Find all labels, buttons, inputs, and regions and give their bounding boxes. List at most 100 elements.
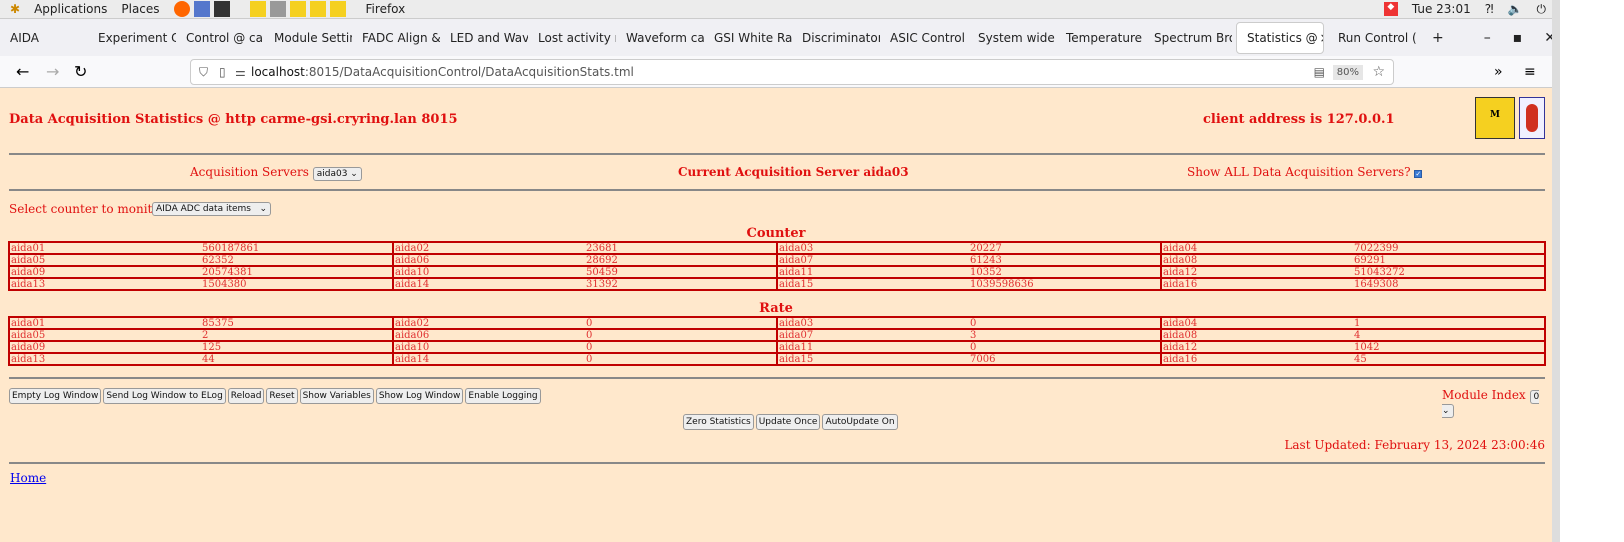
tab[interactable]: Discriminator	[792, 22, 880, 54]
midas-icon[interactable]	[289, 1, 306, 17]
channel-name: aida05	[8, 328, 201, 342]
tab[interactable]: Waveform ca	[616, 22, 704, 54]
channel-name: aida14	[392, 352, 585, 366]
printer-icon[interactable]	[269, 1, 286, 17]
counter-select[interactable]: AIDA ADC data items ⌄	[152, 202, 271, 216]
notification-icon[interactable]: ◆	[1383, 2, 1398, 16]
table-row: aida13 44 aida14 0 aida15 7006 aida16 45	[8, 352, 1546, 366]
tab[interactable]: Module Settin	[264, 22, 352, 54]
send-log-to-elog-button[interactable]: Send Log Window to ELog	[103, 388, 226, 404]
statistics-button-row: Zero Statistics Update Once AutoUpdate O…	[683, 414, 898, 430]
counter-value: 69291	[1353, 253, 1546, 267]
tab[interactable]: Control @ ca	[176, 22, 264, 54]
channel-name: aida01	[8, 241, 201, 255]
network-icon[interactable]: ⁈	[1485, 2, 1494, 16]
counter-value: 1649308	[1353, 277, 1546, 291]
url-host: localhost	[251, 65, 305, 79]
reader-view-icon[interactable]: ▤	[1314, 65, 1325, 79]
file-manager-icon[interactable]	[193, 1, 210, 17]
tab[interactable]: Experiment C	[88, 22, 176, 54]
tab-label: Run Control (	[1338, 30, 1416, 45]
show-log-window-button[interactable]: Show Log Window	[375, 388, 464, 404]
counter-title: Counter	[746, 226, 806, 241]
enable-logging-button[interactable]: Enable Logging	[465, 388, 541, 404]
acquisition-servers-label: Acquisition Servers	[190, 165, 309, 179]
zoom-level[interactable]: 80%	[1332, 64, 1363, 80]
channel-name: aida08	[1160, 253, 1353, 267]
midas-icon[interactable]	[309, 1, 326, 17]
tab-label: Temperature	[1066, 30, 1143, 45]
menu-icon[interactable]: ≡	[1524, 64, 1536, 80]
reset-button[interactable]: Reset	[266, 388, 298, 404]
counter-value: 10352	[969, 265, 1162, 279]
zero-statistics-button[interactable]: Zero Statistics	[683, 414, 754, 430]
module-index-row: Module Index 0 ⌄	[1442, 388, 1552, 418]
places-menu[interactable]: Places	[121, 2, 159, 16]
new-tab-icon[interactable]: +	[1432, 30, 1444, 46]
tab[interactable]: Run Control (	[1328, 22, 1416, 54]
close-tab-icon[interactable]: ×	[1320, 31, 1323, 45]
midas-icon[interactable]	[329, 1, 346, 17]
counter-value: 20574381	[201, 265, 394, 279]
midas-icon[interactable]	[249, 1, 266, 17]
channel-name: aida10	[392, 340, 585, 354]
tab-label: GSI White Ra	[714, 30, 792, 45]
counter-value: 0	[969, 340, 1162, 354]
channel-name: aida16	[1160, 277, 1353, 291]
back-icon[interactable]: ←	[16, 62, 29, 81]
reload-icon[interactable]: ↻	[74, 62, 87, 81]
applications-menu[interactable]: Applications	[34, 2, 107, 16]
volume-icon[interactable]: 🔈	[1508, 2, 1523, 16]
show-all-checkbox[interactable]: ✓	[1414, 170, 1423, 178]
clock[interactable]: Tue 23:01	[1412, 2, 1471, 16]
empty-log-window-button[interactable]: Empty Log Window	[9, 388, 102, 404]
tab[interactable]: System wide	[968, 22, 1056, 54]
table-row: aida09 125 aida10 0 aida11 0 aida12 1042	[8, 340, 1546, 354]
url-path: :8015/DataAcquisitionControl/DataAcquisi…	[304, 65, 634, 79]
divider	[9, 462, 1545, 464]
home-link[interactable]: Home	[10, 471, 46, 485]
firefox-icon[interactable]	[173, 1, 190, 17]
page-content: Data Acquisition Statistics @ http carme…	[0, 88, 1552, 542]
counter-value: 3	[969, 328, 1162, 342]
update-once-button[interactable]: Update Once	[755, 414, 821, 430]
url-field[interactable]: ⛉ ▯ ⚌ localhost:8015/DataAcquisitionCont…	[190, 59, 1394, 85]
reload-button[interactable]: Reload	[227, 388, 265, 404]
overflow-icon[interactable]: »	[1494, 64, 1503, 80]
counter-value: 7006	[969, 352, 1162, 366]
shield-icon[interactable]: ⛉	[199, 65, 208, 80]
channel-name: aida12	[1160, 265, 1353, 279]
power-icon[interactable]: ⏻	[1537, 2, 1547, 17]
forward-icon[interactable]: →	[46, 62, 59, 81]
channel-name: aida06	[392, 328, 585, 342]
show-variables-button[interactable]: Show Variables	[299, 388, 374, 404]
tab[interactable]: Temperature	[1056, 22, 1144, 54]
bookmark-star-icon[interactable]: ☆	[1372, 64, 1385, 80]
maximize-icon[interactable]: ▪	[1513, 30, 1523, 46]
tab[interactable]: AIDA	[0, 22, 88, 54]
show-all-row: Show ALL Data Acquisition Servers? ✓	[1187, 165, 1423, 179]
minimize-icon[interactable]: –	[1484, 30, 1491, 46]
counter-value: 61243	[969, 253, 1162, 267]
rate-table: aida01 85375 aida02 0 aida03 0 aida04 1 aida05 2 a…	[8, 316, 1546, 366]
tab-active[interactable]: Statistics @×	[1236, 21, 1324, 54]
acquisition-servers-select[interactable]: aida03 ⌄	[312, 167, 362, 181]
counter-value: 0	[585, 340, 778, 354]
autoupdate-button[interactable]: AutoUpdate On	[822, 414, 898, 430]
tab-label: Spectrum Bro	[1154, 30, 1232, 45]
permissions-icon[interactable]: ⚌	[235, 65, 246, 79]
selected-server: aida03	[316, 169, 348, 179]
counter-value: 51043272	[1353, 265, 1546, 279]
table-row: aida05 2 aida06 0 aida07 3 aida08 4	[8, 328, 1546, 342]
tab[interactable]: Lost activity r	[528, 22, 616, 54]
tab[interactable]: LED and Wav	[440, 22, 528, 54]
tab[interactable]: FADC Align &	[352, 22, 440, 54]
terminal-icon[interactable]	[213, 1, 230, 17]
tab[interactable]: ASIC Control	[880, 22, 968, 54]
tab[interactable]: GSI White Ra	[704, 22, 792, 54]
tab[interactable]: Spectrum Bro	[1144, 22, 1232, 54]
tab-strip: AIDA Experiment C Control @ ca Module Setti…	[0, 18, 1560, 56]
table-row: aida01 560187861 aida02 23681 aida03 20227 aid…	[8, 241, 1546, 255]
current-server: Current Acquisition Server aida03	[678, 165, 909, 179]
tab-label: ASIC Control	[890, 30, 965, 45]
